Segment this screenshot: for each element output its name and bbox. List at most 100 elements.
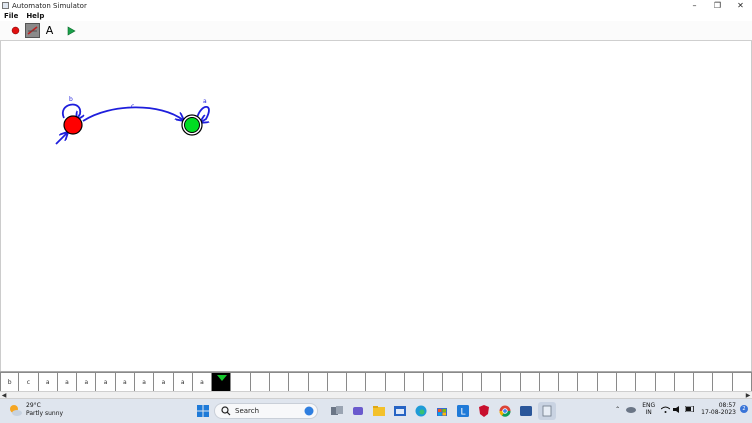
tape-cell[interactable] — [327, 372, 348, 392]
menu-file[interactable]: File — [4, 12, 18, 20]
window-controls: – ❐ ✕ — [683, 0, 752, 11]
start-button[interactable] — [194, 402, 212, 420]
tape-cell[interactable] — [289, 372, 309, 392]
word-icon[interactable] — [517, 402, 535, 420]
tape-cell[interactable] — [636, 372, 656, 392]
tape-cell[interactable] — [462, 372, 483, 392]
tape-cell[interactable] — [520, 372, 540, 392]
tape-cell[interactable] — [501, 372, 521, 392]
battery-icon[interactable] — [685, 406, 695, 412]
store-icon[interactable] — [433, 402, 451, 420]
menu-help[interactable]: Help — [26, 12, 44, 20]
tape-cell[interactable] — [713, 372, 733, 392]
task-view-icon[interactable] — [328, 402, 346, 420]
tape-cell[interactable]: b — [0, 372, 20, 392]
close-button[interactable]: ✕ — [729, 0, 752, 11]
tape-cell[interactable] — [424, 372, 444, 392]
clock[interactable]: 08:57 17-08-2023 — [701, 402, 736, 416]
tape-cell[interactable] — [366, 372, 386, 392]
windows-icon — [197, 405, 209, 417]
window-title: Automaton Simulator — [12, 1, 87, 10]
tape-head-cell[interactable] — [212, 372, 232, 392]
state-start[interactable] — [63, 115, 83, 135]
onedrive-icon[interactable] — [626, 406, 637, 413]
calendar-app-icon[interactable] — [391, 402, 409, 420]
tape-cell[interactable]: a — [57, 372, 78, 392]
taskbar-search[interactable]: Search — [214, 403, 318, 419]
red-dot-icon — [11, 26, 20, 35]
tape-cell[interactable]: a — [96, 372, 116, 392]
text-tool[interactable]: A — [42, 23, 57, 38]
tape-cell[interactable] — [269, 372, 290, 392]
app-icon — [2, 2, 9, 9]
tape-cell[interactable] — [597, 372, 618, 392]
state-accepting[interactable] — [184, 117, 200, 133]
volume-icon[interactable] — [673, 405, 682, 413]
tape-cell[interactable]: a — [192, 372, 213, 392]
automaton-canvas[interactable]: b c a — [0, 41, 752, 371]
tape-cell[interactable]: a — [154, 372, 174, 392]
tape-cell[interactable] — [250, 372, 270, 392]
tape-cell[interactable] — [482, 372, 502, 392]
chevron-up-icon[interactable]: ⌃ — [615, 406, 620, 413]
clock-time: 08:57 — [718, 402, 736, 409]
clock-date: 17-08-2023 — [701, 409, 736, 416]
maximize-button[interactable]: ❐ — [706, 0, 729, 11]
tape-cell[interactable] — [385, 372, 405, 392]
minimize-button[interactable]: – — [683, 0, 706, 11]
java-app-icon[interactable] — [538, 402, 556, 420]
notification-badge[interactable]: 2 — [740, 405, 748, 413]
tape-cell[interactable] — [443, 372, 463, 392]
tape-cell[interactable] — [231, 372, 251, 392]
tape-cell[interactable] — [539, 372, 560, 392]
tape-cell[interactable] — [655, 372, 675, 392]
menu-bar: File Help — [0, 11, 752, 21]
add-state-tool[interactable] — [8, 23, 23, 38]
tape-cell[interactable]: a — [77, 372, 97, 392]
partly-sunny-icon — [10, 405, 22, 416]
tape-cell[interactable]: a — [115, 372, 135, 392]
transition-label-b: b — [69, 96, 73, 103]
weather-widget[interactable]: 29°C Partly sunny — [8, 402, 63, 418]
tape-cell[interactable]: a — [134, 372, 155, 392]
taskbar: 29°C Partly sunny Search L ⌃ ENG IN 08:5… — [0, 399, 752, 423]
tape-cell[interactable] — [694, 372, 714, 392]
mcafee-icon[interactable] — [475, 402, 493, 420]
scroll-right-icon[interactable]: ▶ — [744, 392, 752, 399]
add-transition-tool[interactable] — [25, 23, 40, 38]
tape-cell[interactable] — [617, 372, 637, 392]
horizontal-scrollbar[interactable]: ◀ ▶ — [0, 391, 752, 399]
play-icon — [67, 25, 76, 36]
language-code: ENG — [642, 402, 656, 409]
weather-desc: Partly sunny — [26, 410, 64, 417]
tape-cell[interactable] — [404, 372, 425, 392]
edge-icon[interactable] — [412, 402, 430, 420]
weather-temp: 29°C — [26, 402, 41, 409]
tape-cell[interactable]: a — [173, 372, 193, 392]
text-tool-icon: A — [45, 24, 54, 37]
scroll-left-icon[interactable]: ◀ — [0, 392, 8, 399]
bing-icon — [304, 406, 314, 416]
language-indicator[interactable]: ENG IN — [642, 402, 655, 416]
tape-cell[interactable] — [347, 372, 367, 392]
transition-label-a: a — [203, 98, 207, 105]
region-code: IN — [645, 409, 652, 416]
tape-cell[interactable] — [674, 372, 695, 392]
automaton-diagram: b c a — [55, 96, 210, 145]
tape-cell[interactable] — [559, 372, 579, 392]
chrome-icon[interactable] — [496, 402, 514, 420]
tape-cell[interactable] — [578, 372, 598, 392]
tape-cell[interactable]: c — [19, 372, 39, 392]
run-button[interactable] — [63, 23, 78, 38]
teams-icon[interactable] — [349, 402, 367, 420]
pinned-apps: L — [328, 402, 559, 420]
l-app-icon[interactable]: L — [454, 402, 472, 420]
svg-text:L: L — [461, 408, 466, 418]
toolbar: A — [0, 21, 752, 41]
tape-cell[interactable] — [308, 372, 328, 392]
search-icon — [221, 406, 231, 416]
wifi-icon[interactable] — [661, 406, 671, 413]
file-explorer-icon[interactable] — [370, 402, 388, 420]
tape-cell[interactable] — [732, 372, 752, 392]
tape-cell[interactable]: a — [38, 372, 58, 392]
